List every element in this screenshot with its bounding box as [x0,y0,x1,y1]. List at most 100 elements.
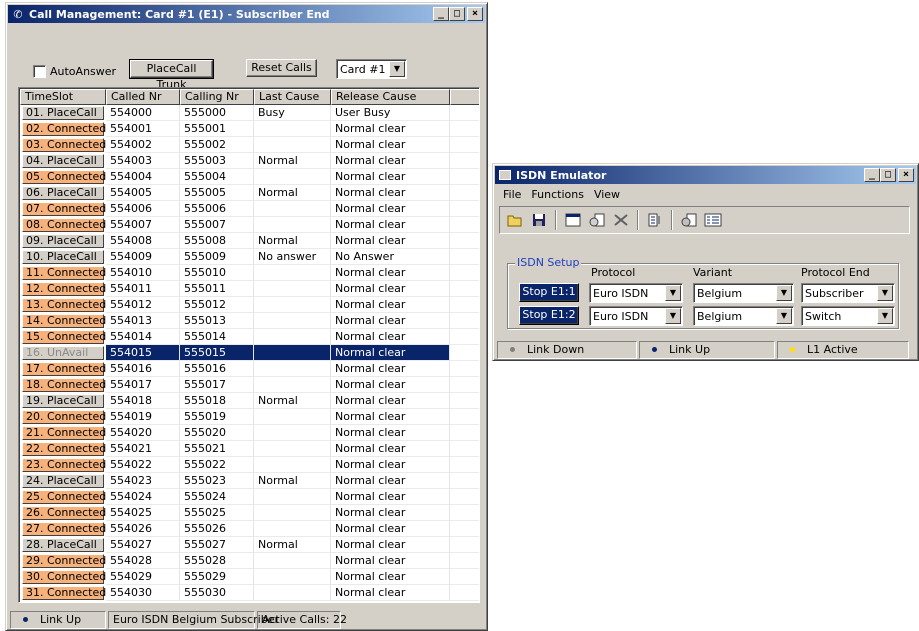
timeslot-button[interactable]: 04. PlaceCall [22,154,104,168]
timeslot-button[interactable]: 06. PlaceCall [22,186,104,200]
timeslot-button[interactable]: 28. PlaceCall [22,538,104,552]
open-folder-icon[interactable] [504,209,526,231]
variant-select-1[interactable]: Belgium ▼ [693,283,794,303]
table-row[interactable]: 17. Connected 554016 555016 Normal clear [20,361,479,377]
table-row[interactable]: 24. PlaceCall 554023 555023 Normal Normal cl… [20,473,479,489]
window-icon[interactable] [562,209,584,231]
column-header-last-cause[interactable]: Last Cause [254,89,331,105]
timeslot-button[interactable]: 18. Connected [22,378,106,392]
timeslot-button[interactable]: 27. Connected [22,522,106,536]
protocol-select-1[interactable]: Euro ISDN ▼ [589,283,683,303]
timeslot-button[interactable]: 01. PlaceCall [22,106,104,120]
close-button[interactable]: × [467,7,483,21]
protocol-end-select-1[interactable]: Subscriber ▼ [801,283,895,303]
table-row[interactable]: 10. PlaceCall 554009 555009 No answer No Ans… [20,249,479,265]
stop-e1-1-button[interactable]: Stop E1:1 [519,283,579,302]
table-row[interactable]: 19. PlaceCall 554018 555018 Normal Normal cl… [20,393,479,409]
table-row[interactable]: 21. Connected 554020 555020 Normal clear [20,425,479,441]
chevron-down-icon[interactable]: ▼ [665,308,681,324]
table-row[interactable]: 11. Connected 554010 555010 Normal clear [20,265,479,281]
timeslot-button[interactable]: 22. Connected [22,442,106,456]
timeslot-button[interactable]: 13. Connected [22,298,106,312]
table-row[interactable]: 16. UnAvail 554015 555015 Normal clear [20,345,479,361]
timeslot-button[interactable]: 19. PlaceCall [22,394,104,408]
table-row[interactable]: 15. Connected 554014 555014 Normal clear [20,329,479,345]
timeslot-button[interactable]: 20. Connected [22,410,106,424]
table-row[interactable]: 23. Connected 554022 555022 Normal clear [20,457,479,473]
table-row[interactable]: 29. Connected 554028 555028 Normal clear [20,553,479,569]
table-row[interactable]: 14. Connected 554013 555013 Normal clear [20,313,479,329]
timeslot-button[interactable]: 05. Connected [22,170,106,184]
column-header-release-cause[interactable]: Release Cause [331,89,450,105]
table-row[interactable]: 12. Connected 554011 555011 Normal clear [20,281,479,297]
table-row[interactable]: 26. Connected 554025 555025 Normal clear [20,505,479,521]
info-icon[interactable] [678,209,700,231]
menu-view[interactable]: View [594,186,620,204]
table-row[interactable]: 28. PlaceCall 554027 555027 Normal Normal cl… [20,537,479,553]
chevron-down-icon[interactable]: ▼ [776,285,792,301]
chevron-down-icon[interactable]: ▼ [665,285,681,301]
timeslot-button[interactable]: 03. Connected [22,138,106,152]
disconnect-icon[interactable] [610,209,632,231]
maximize-button[interactable]: □ [449,7,465,21]
close-button[interactable]: × [898,168,914,182]
timeslot-button[interactable]: 25. Connected [22,490,106,504]
timeslot-button[interactable]: 23. Connected [22,458,106,472]
chevron-down-icon[interactable]: ▼ [877,285,893,301]
timeslot-button[interactable]: 17. Connected [22,362,106,376]
timeslot-button[interactable]: 26. Connected [22,506,106,520]
minimize-button[interactable]: _ [864,168,880,182]
autoanswer-checkbox[interactable] [33,65,46,78]
table-row[interactable]: 05. Connected 554004 555004 Normal clear [20,169,479,185]
column-header-called[interactable]: Called Nr [106,89,180,105]
chevron-down-icon[interactable]: ▼ [776,308,792,324]
timeslot-button[interactable]: 09. PlaceCall [22,234,104,248]
table-row[interactable]: 09. PlaceCall 554008 555008 Normal Normal cl… [20,233,479,249]
list-icon[interactable] [702,209,724,231]
protocol-select-2[interactable]: Euro ISDN ▼ [589,306,683,326]
table-row[interactable]: 27. Connected 554026 555026 Normal clear [20,521,479,537]
table-row[interactable]: 07. Connected 554006 555006 Normal clear [20,201,479,217]
timeslot-button[interactable]: 11. Connected [22,266,106,280]
table-row[interactable]: 22. Connected 554021 555021 Normal clear [20,441,479,457]
variant-select-2[interactable]: Belgium ▼ [693,306,794,326]
chevron-down-icon[interactable]: ▼ [389,61,405,77]
table-row[interactable]: 03. Connected 554002 555002 Normal clear [20,137,479,153]
table-row[interactable]: 06. PlaceCall 554005 555005 Normal Normal cl… [20,185,479,201]
timeslot-button[interactable]: 08. Connected [22,218,106,232]
maximize-button[interactable]: □ [880,168,896,182]
minimize-button[interactable]: _ [433,7,449,21]
timeslot-button[interactable]: 10. PlaceCall [22,250,104,264]
table-row[interactable]: 04. PlaceCall 554003 555003 Normal Normal cl… [20,153,479,169]
call-window-titlebar[interactable]: ✆ Call Management: Card #1 (E1) - Subscr… [8,5,485,23]
table-row[interactable]: 20. Connected 554019 555019 Normal clear [20,409,479,425]
table-row[interactable]: 01. PlaceCall 554000 555000 Busy User Busy [20,105,479,121]
isdn-window-titlebar[interactable]: ISDN Emulator _ □ × [495,166,916,184]
card-select[interactable]: Card #1 ▼ [336,59,407,79]
timeslot-button[interactable]: 30. Connected [22,570,106,584]
table-row[interactable]: 02. Connected 554001 555001 Normal clear [20,121,479,137]
column-header-calling[interactable]: Calling Nr [180,89,254,105]
timeslot-button[interactable]: 21. Connected [22,426,106,440]
timeslot-button[interactable]: 02. Connected [22,122,106,136]
chevron-down-icon[interactable]: ▼ [877,308,893,324]
column-header-timeslot[interactable]: TimeSlot [20,89,106,105]
stop-e1-2-button[interactable]: Stop E1:2 [519,306,579,325]
table-row[interactable]: 08. Connected 554007 555007 Normal clear [20,217,479,233]
timeslot-button[interactable]: 31. Connected [22,586,106,600]
protocol-end-select-2[interactable]: Switch ▼ [801,306,895,326]
properties-icon[interactable] [586,209,608,231]
timeslot-button[interactable]: 07. Connected [22,202,106,216]
reset-calls-button[interactable]: Reset Calls [246,59,317,77]
table-row[interactable]: 31. Connected 554030 555030 Normal clear [20,585,479,601]
table-row[interactable]: 30. Connected 554029 555029 Normal clear [20,569,479,585]
save-icon[interactable] [528,209,550,231]
timeslot-button[interactable]: 14. Connected [22,314,106,328]
log-icon[interactable] [644,209,666,231]
placecall-trunk-button[interactable]: PlaceCall Trunk [129,59,214,91]
table-row[interactable]: 18. Connected 554017 555017 Normal clear [20,377,479,393]
timeslot-button[interactable]: 24. PlaceCall [22,474,104,488]
timeslot-button[interactable]: 29. Connected [22,554,106,568]
menu-functions[interactable]: Functions [531,186,584,204]
table-row[interactable]: 25. Connected 554024 555024 Normal clear [20,489,479,505]
